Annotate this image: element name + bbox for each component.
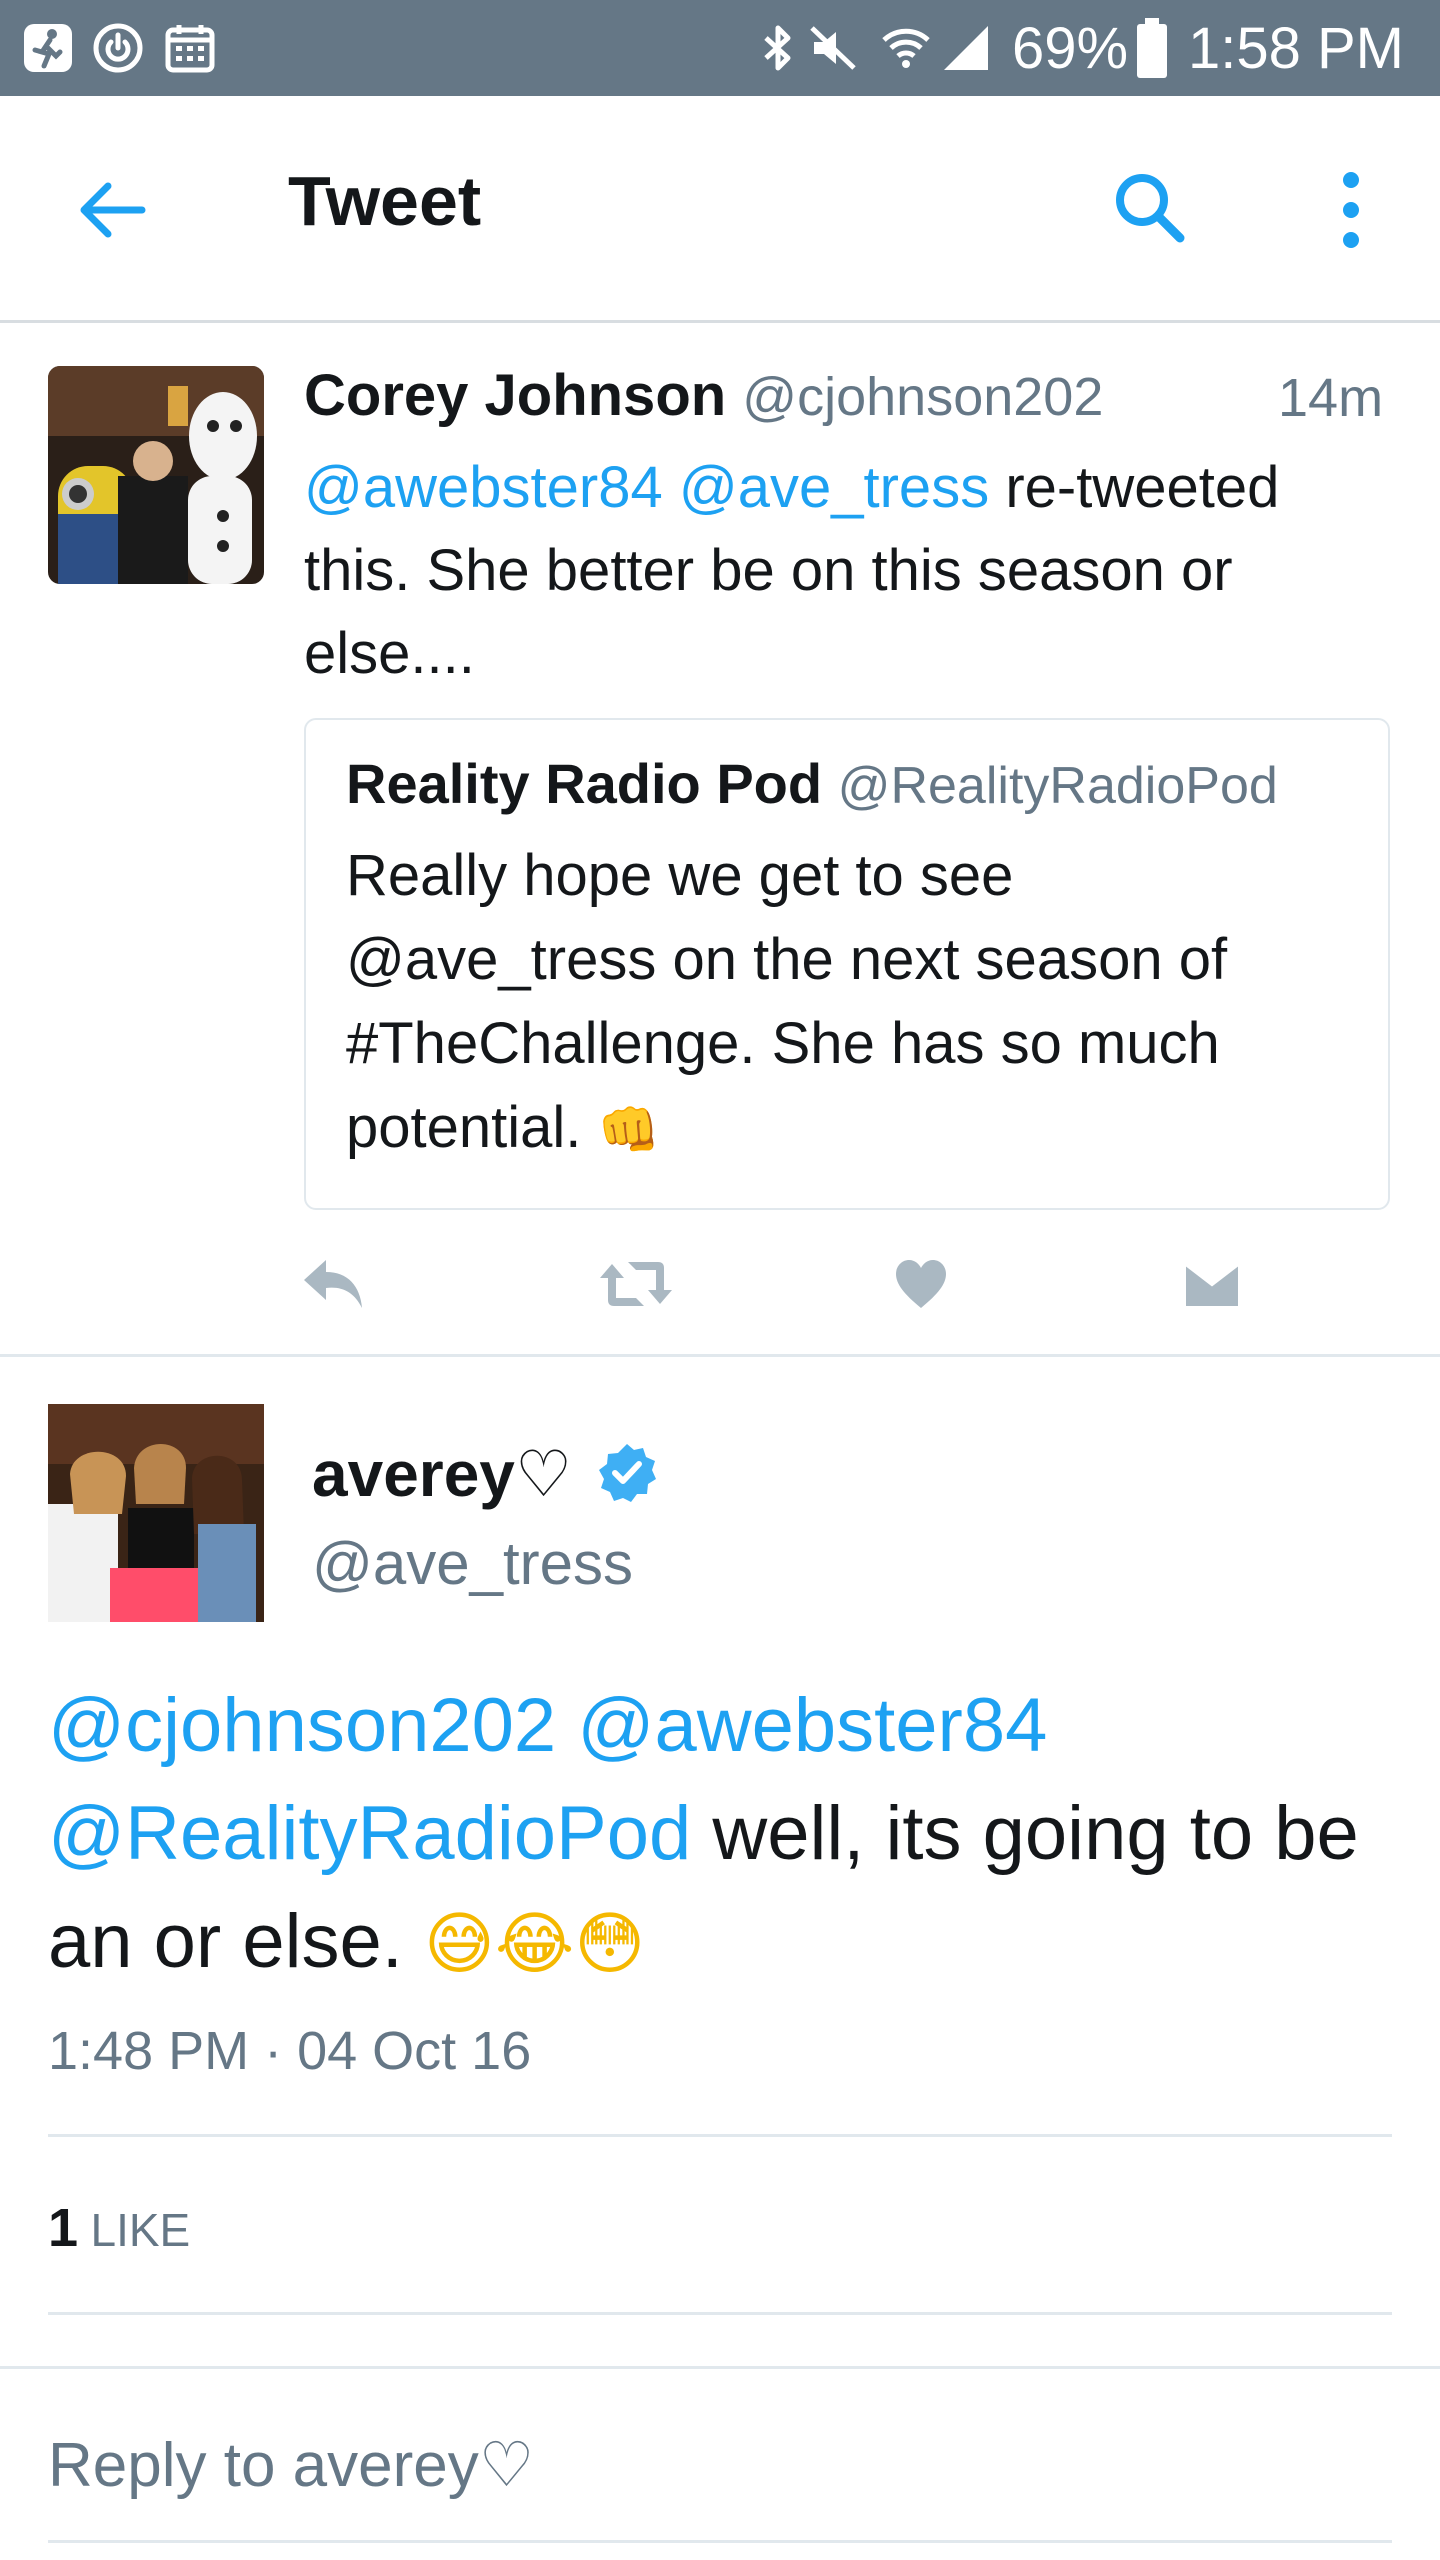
quoted-text-line: #TheChallenge. She has so much: [346, 1011, 1220, 1076]
mention-link[interactable]: @awebster84: [304, 455, 663, 520]
mention-link[interactable]: @cjohnson202: [48, 1683, 556, 1768]
sweat-smile-emoji: 😅: [424, 1906, 495, 1982]
tweet-timestamp: 1:48 PM · 04 Oct 16: [48, 2021, 532, 2081]
author-handle[interactable]: @cjohnson202: [742, 367, 1103, 427]
flushed-emoji: 😳: [574, 1906, 646, 1982]
mute-icon: [810, 26, 856, 70]
direct-message-icon[interactable]: [1184, 1260, 1240, 1308]
status-bar: 69% 1:58 PM: [0, 0, 1440, 96]
bluetooth-icon: [764, 25, 791, 71]
divider: [48, 2312, 1392, 2315]
reply-placeholder: Reply to averey♡: [48, 2431, 535, 2500]
tweet-text: @awebster84 @ave_tress re-tweeted this. …: [304, 446, 1414, 695]
search-icon[interactable]: [1112, 170, 1188, 246]
likes-label: LIKE: [90, 2204, 191, 2256]
signal-icon: [944, 26, 988, 70]
mention-link[interactable]: @ave_tress: [679, 455, 989, 520]
divider: [0, 1354, 1440, 1357]
joy-emoji: 😂: [494, 1906, 575, 1982]
likes-count: 1: [48, 2198, 79, 2258]
quoted-text-line: potential.: [346, 1095, 582, 1160]
mention-link[interactable]: @awebster84: [577, 1683, 1047, 1768]
quoted-tweet-card[interactable]: Reality Radio Pod @RealityRadioPod Reall…: [304, 718, 1390, 1210]
battery-percentage: 69%: [1012, 16, 1129, 81]
quoted-author-handle: @RealityRadioPod: [837, 757, 1278, 815]
author-name[interactable]: averey♡: [312, 1438, 572, 1510]
quoted-tweet-text: Really hope we get to see @ave_tress on …: [346, 834, 1227, 1172]
tweet-text-fragment: an or else.: [48, 1899, 403, 1984]
like-icon[interactable]: [894, 1258, 948, 1310]
page-title: Tweet: [288, 162, 482, 240]
retweet-icon[interactable]: [596, 1256, 676, 1312]
wifi-icon: [882, 28, 930, 68]
likes-summary[interactable]: 1 LIKE: [48, 2192, 190, 2278]
quoted-text-line: Really hope we get to see: [346, 843, 1014, 908]
arrow-left-icon[interactable]: [76, 174, 148, 246]
tweet-text-line: else....: [304, 621, 475, 686]
quoted-text-line: @ave_tress on the next season of: [346, 927, 1228, 992]
author-handle[interactable]: @ave_tress: [312, 1524, 633, 1604]
calendar-icon: [165, 25, 215, 73]
tweet-text-fragment: well, its going to be: [691, 1791, 1359, 1876]
fist-emoji: 👊: [597, 1102, 660, 1158]
quoted-author-name: Reality Radio Pod: [346, 752, 823, 815]
clock: 1:58 PM: [1188, 16, 1404, 81]
divider: [48, 2134, 1392, 2137]
app-bar: Tweet: [0, 96, 1440, 323]
reply-input[interactable]: Reply to averey♡: [48, 2424, 1392, 2543]
tweet-text-fragment: re-tweeted: [989, 455, 1280, 520]
battery-icon: [1137, 18, 1167, 78]
power-icon: [93, 23, 143, 73]
running-icon: [24, 24, 72, 72]
tweet-text-line: this. She better be on this season or: [304, 538, 1233, 603]
mention-link[interactable]: @RealityRadioPod: [48, 1791, 691, 1876]
verified-badge-icon: [599, 1444, 657, 1502]
divider: [0, 2366, 1440, 2369]
avatar[interactable]: [48, 1404, 264, 1622]
tweet-text: @cjohnson202 @awebster84 @RealityRadioPo…: [48, 1672, 1408, 1998]
avatar[interactable]: [48, 366, 264, 584]
author-name[interactable]: Corey Johnson: [304, 363, 726, 428]
reply-icon[interactable]: [300, 1256, 368, 1312]
tweet-time: 14m: [1278, 368, 1384, 428]
more-vertical-icon[interactable]: [1336, 170, 1366, 250]
